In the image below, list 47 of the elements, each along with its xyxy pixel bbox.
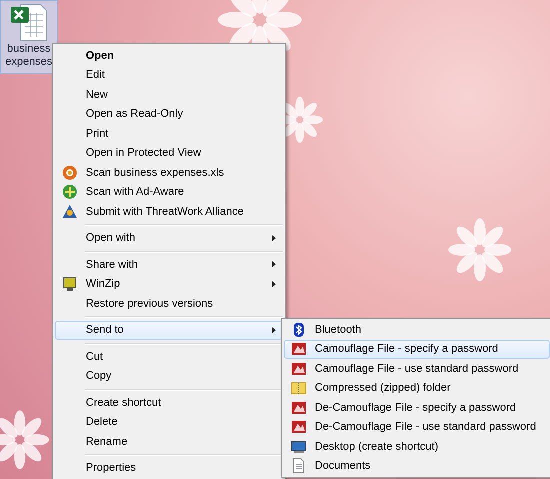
menu-item[interactable]: Properties	[55, 458, 283, 478]
camouflage-file-icon	[290, 400, 306, 416]
camouflage-file-icon	[290, 360, 306, 377]
menu-item[interactable]: Edit	[55, 66, 283, 85]
menu-item[interactable]: Camouflage File - specify a password	[284, 340, 550, 359]
menu-item[interactable]: Share with	[55, 255, 283, 274]
menu-item[interactable]: Print	[55, 124, 283, 144]
menu-item[interactable]: Open in Protected View	[55, 144, 283, 163]
menu-item[interactable]: Documents	[284, 456, 550, 476]
file-icon-tile[interactable]: business expenses	[0, 0, 58, 74]
menu-item[interactable]: Copy	[55, 366, 283, 386]
menu-item[interactable]: Bluetooth	[284, 320, 550, 340]
menu-item[interactable]: Camouflage File - use standard password	[284, 359, 550, 378]
menu-item[interactable]: De-Camouflage File - specify a password	[284, 398, 550, 418]
menu-item[interactable]: Compressed (zipped) folder	[284, 378, 550, 398]
submenu-arrow-icon	[272, 234, 276, 242]
file-name-label: business expenses	[4, 43, 54, 69]
camouflage-file-icon	[290, 419, 306, 436]
menu-item[interactable]: WinZip	[55, 274, 283, 294]
computer-icon	[62, 276, 78, 292]
menu-item[interactable]: Scan with Ad-Aware	[55, 182, 283, 202]
submenu-arrow-icon	[272, 261, 276, 268]
menu-item[interactable]: Scan business expenses.xls	[55, 163, 283, 182]
menu-item[interactable]: Create shortcut	[55, 393, 283, 412]
submenu-arrow-icon	[272, 280, 276, 288]
menu-item[interactable]: Send to	[55, 320, 283, 340]
flower-drawing	[448, 218, 512, 282]
menu-item[interactable]: Restore previous versions	[55, 294, 283, 314]
zipped-folder-icon	[290, 380, 306, 396]
menu-item[interactable]: Rename	[55, 432, 283, 452]
menu-item[interactable]: Open	[55, 46, 283, 66]
submenu-arrow-icon	[272, 326, 276, 334]
menu-item[interactable]: De-Camouflage File - use standard password	[284, 418, 550, 437]
scan-icon	[62, 164, 78, 181]
menu-item[interactable]: Open with	[55, 228, 283, 248]
camouflage-file-icon	[290, 341, 306, 358]
flower-drawing	[0, 410, 50, 470]
menu-item[interactable]: New	[55, 85, 283, 104]
menu-item[interactable]: Desktop (create shortcut)	[284, 437, 550, 456]
desktop-icon	[290, 438, 306, 455]
document-icon	[290, 458, 306, 474]
menu-item[interactable]: Submit with ThreatWork Alliance	[55, 202, 283, 222]
menu-item[interactable]: Delete	[55, 412, 283, 432]
triangle-logo-icon	[62, 204, 78, 220]
menu-item[interactable]: Open as Read-Only	[55, 104, 283, 124]
menu-item[interactable]: Cut	[55, 347, 283, 366]
spreadsheet-file-icon	[9, 3, 49, 43]
